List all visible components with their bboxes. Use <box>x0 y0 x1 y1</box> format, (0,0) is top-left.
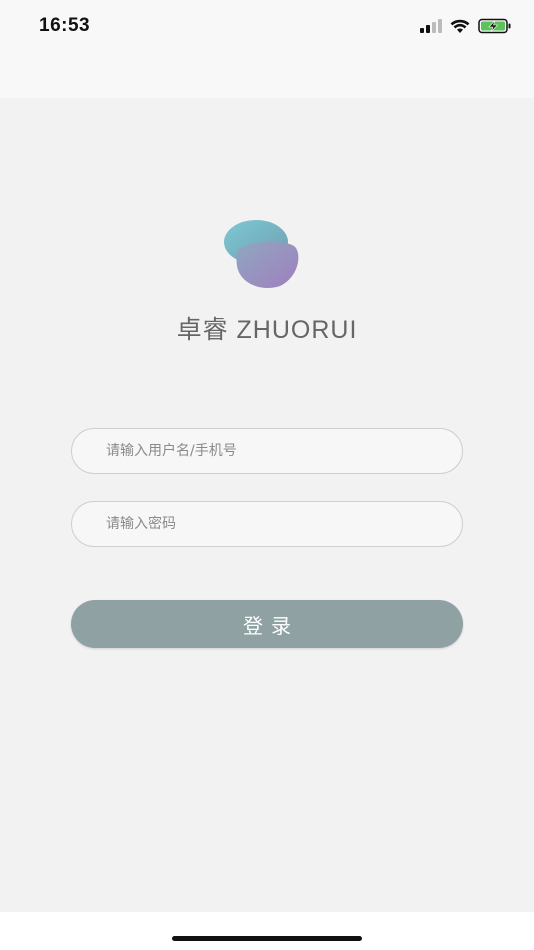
password-input[interactable] <box>72 502 462 546</box>
home-indicator[interactable] <box>172 936 362 941</box>
username-input[interactable] <box>72 429 462 473</box>
signal-icon <box>420 19 442 33</box>
brand-name: 卓睿 ZHUORUI <box>176 316 358 344</box>
home-bar-area <box>0 912 534 950</box>
username-field[interactable] <box>71 428 463 474</box>
login-button[interactable]: 登录 <box>71 600 463 648</box>
battery-charging-icon <box>478 18 511 34</box>
zhuorui-logo-icon <box>224 220 299 288</box>
status-bar: 16:53 <box>0 0 534 98</box>
password-field[interactable] <box>71 501 463 547</box>
wifi-icon <box>450 19 470 33</box>
status-icons <box>420 17 512 35</box>
status-time: 16:53 <box>39 15 91 36</box>
